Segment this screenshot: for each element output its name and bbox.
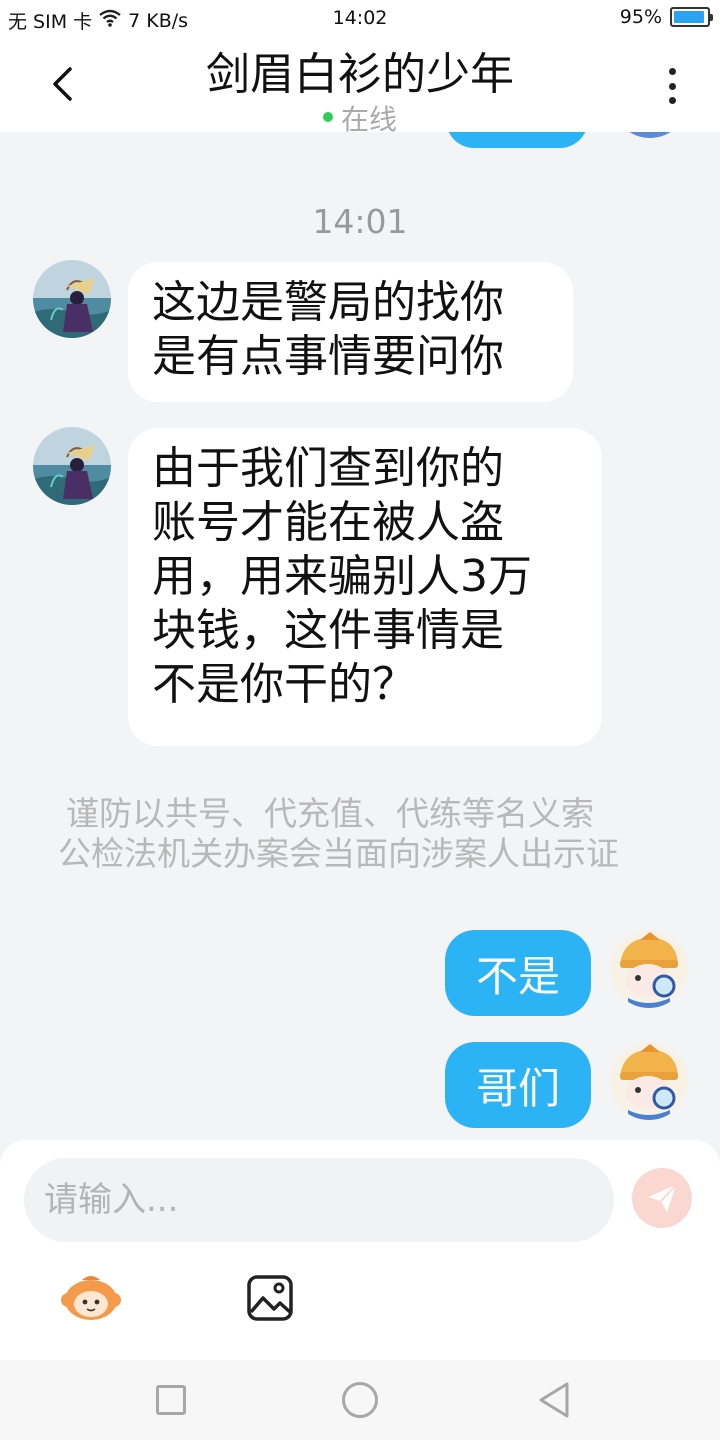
safety-notice-line: 谨防以共号、代充值、代练等名义索 <box>66 794 594 833</box>
online-status-label: 在线 <box>340 103 397 136</box>
battery-icon <box>670 7 713 27</box>
image-icon <box>247 1275 293 1321</box>
contact-avatar[interactable] <box>33 427 111 505</box>
composer <box>0 1140 720 1360</box>
contact-name: 剑眉白衫的少年 <box>206 49 514 100</box>
incoming-message[interactable]: 这边是警局的找你 是有点事情要问你 <box>128 262 573 402</box>
message-list[interactable]: 14:01 这边是警局的找你 是有点事情要问你 由于我们查到你的 账号才能在被人… <box>0 132 720 1140</box>
incoming-message[interactable]: 由于我们查到你的 账号才能在被人盗 用，用来骗别人3万 块钱，这件事情是 不是你… <box>128 428 602 746</box>
status-bar: 无 SIM 卡 7 KB/s 14:02 95% <box>0 0 720 36</box>
message-input[interactable] <box>44 1180 614 1220</box>
time-separator: 14:01 <box>312 202 408 241</box>
recent-apps-button[interactable] <box>156 1385 186 1415</box>
image-picker-button[interactable] <box>246 1274 294 1322</box>
mascot-emoji-button[interactable] <box>60 1272 122 1322</box>
online-dot-icon <box>322 112 333 122</box>
contact-avatar[interactable] <box>33 260 111 338</box>
chat-header: 剑眉白衫的少年 在线 <box>0 36 720 136</box>
self-avatar[interactable] <box>610 930 688 1008</box>
outgoing-message[interactable]: 不是 <box>445 930 591 1016</box>
triangle-back-icon <box>539 1382 569 1418</box>
safety-notice-line: 公检法机关办案会当面向涉案人出示证 <box>58 834 619 873</box>
more-options-button[interactable] <box>652 64 692 108</box>
outgoing-message[interactable]: 哥们 <box>445 1042 591 1128</box>
send-icon <box>648 1184 677 1212</box>
battery-percent: 95% <box>619 6 662 28</box>
system-back-button[interactable] <box>536 1380 572 1420</box>
more-vertical-icon <box>668 68 676 75</box>
clock: 14:02 <box>332 7 388 29</box>
system-nav-bar <box>0 1360 720 1440</box>
home-button[interactable] <box>342 1382 378 1418</box>
send-button[interactable] <box>632 1168 692 1228</box>
online-status: 在线 <box>0 98 720 138</box>
mascot-icon <box>61 1276 121 1320</box>
self-avatar[interactable] <box>610 1042 688 1120</box>
message-input-wrapper[interactable] <box>24 1158 614 1242</box>
safety-notice: 谨防以共号、代充值、代练等名义索 公检法机关办案会当面向涉案人出示证 <box>58 794 661 874</box>
